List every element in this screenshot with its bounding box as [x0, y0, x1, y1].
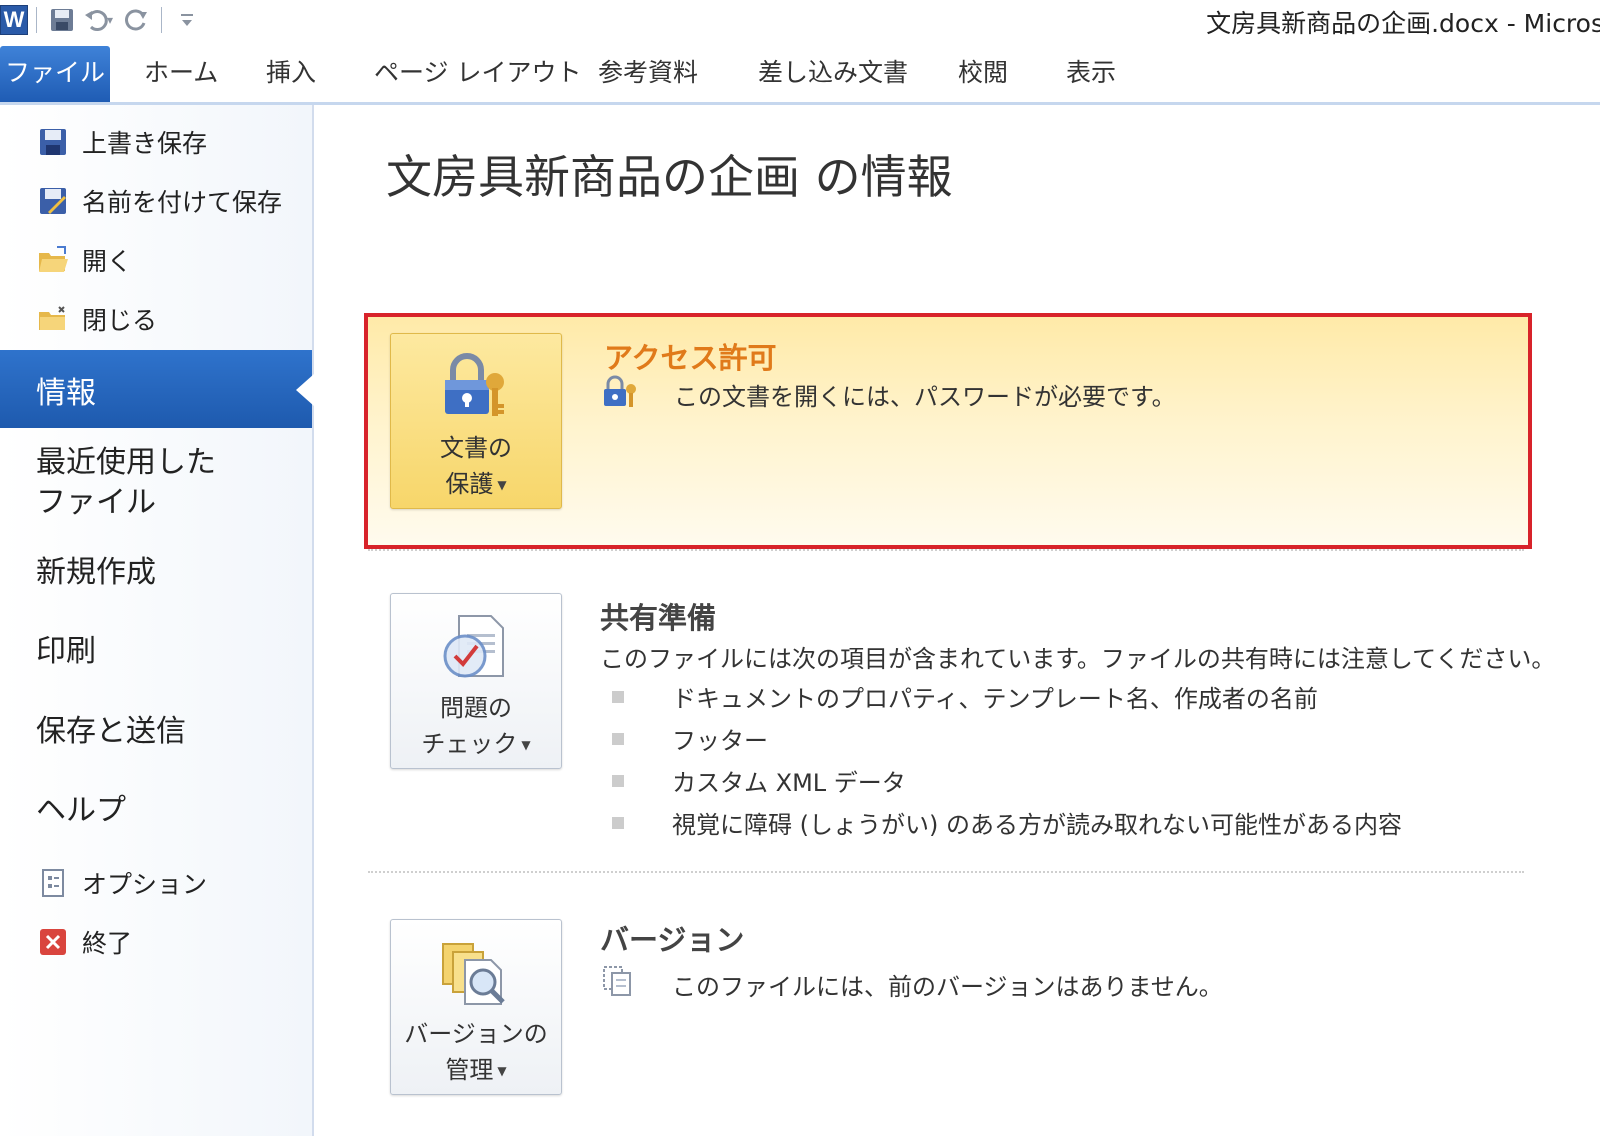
section-divider — [368, 549, 1524, 551]
bullet-icon — [612, 775, 624, 787]
check-for-issues-label-line2: チェック — [421, 730, 518, 758]
bullet-icon — [612, 691, 624, 703]
permissions-heading: アクセス許可 — [604, 341, 777, 375]
save-as-icon — [36, 184, 70, 218]
protect-document-button[interactable]: 文書の 保護 ▼ — [390, 333, 562, 509]
versions-text: このファイルには、前のバージョンはありません。 — [672, 973, 1223, 1001]
lock-small-icon — [602, 375, 638, 409]
versions-small-icon — [602, 965, 634, 997]
undo-dropdown-icon[interactable]: ▾ — [107, 13, 113, 27]
redo-icon[interactable] — [119, 3, 153, 37]
versions-section: バージョンの 管理 ▼ バージョン このファイルには、前のバージョンはありません。 — [364, 917, 1524, 1117]
nav-tab-recent-line1: 最近使用した — [36, 445, 216, 480]
sharing-item: ドキュメントのプロパティ、テンプレート名、作成者の名前 — [672, 685, 1318, 713]
tab-view[interactable]: 表示 — [1066, 46, 1116, 102]
nav-options-label: オプション — [82, 870, 208, 899]
nav-open[interactable]: 開く — [36, 240, 132, 280]
nav-save-as-label: 名前を付けて保存 — [82, 188, 283, 217]
page-title: 文房具新商品の企画 の情報 — [386, 150, 953, 204]
qat-separator — [36, 7, 37, 33]
check-for-issues-label: 問題の チェック ▼ — [391, 690, 561, 763]
open-folder-icon — [36, 243, 70, 277]
nav-tab-new[interactable]: 新規作成 — [36, 553, 156, 593]
nav-exit-label: 終了 — [82, 929, 133, 958]
document-check-icon — [439, 612, 511, 684]
customize-qat-icon[interactable] — [170, 3, 204, 37]
word-logo-icon[interactable]: W — [0, 5, 28, 35]
nav-close[interactable]: 閉じる — [36, 299, 157, 339]
nav-tab-recent[interactable]: 最近使用した ファイル — [36, 443, 216, 523]
sharing-item: 視覚に障碍 (しょうがい) のある方が読み取れない可能性がある内容 — [672, 811, 1402, 839]
save-icon — [36, 125, 70, 159]
dropdown-caret-icon: ▼ — [521, 738, 531, 752]
tab-references[interactable]: 参考資料 — [598, 46, 698, 102]
qat-separator — [161, 7, 163, 33]
dropdown-caret-icon: ▼ — [497, 478, 507, 492]
prepare-sharing-heading: 共有準備 — [600, 601, 717, 635]
nav-save-label: 上書き保存 — [82, 129, 208, 158]
manage-versions-label-line2: 管理 — [445, 1056, 494, 1084]
exit-icon — [36, 925, 70, 959]
sharing-item: カスタム XML データ — [672, 769, 906, 797]
bullet-icon — [612, 733, 624, 745]
check-for-issues-label-line1: 問題の — [440, 694, 512, 722]
save-icon[interactable] — [45, 3, 79, 37]
manage-versions-button[interactable]: バージョンの 管理 ▼ — [390, 919, 562, 1095]
close-folder-icon — [36, 302, 70, 336]
sharing-item: フッター — [672, 727, 768, 755]
tab-mailings[interactable]: 差し込み文書 — [758, 46, 908, 102]
tab-page-layout[interactable]: ページ レイアウト — [374, 46, 581, 102]
nav-close-label: 閉じる — [82, 306, 158, 335]
protect-document-label-line2: 保護 — [445, 470, 494, 498]
nav-tab-help[interactable]: ヘルプ — [36, 791, 126, 831]
nav-tab-info-label: 情報 — [36, 376, 96, 411]
nav-tab-info[interactable]: 情報 — [0, 350, 314, 428]
tab-insert[interactable]: 挿入 — [266, 46, 316, 102]
info-panel: 文房具新商品の企画 の情報 文書の 保護 ▼ アクセス許可 この文書を開くには、… — [314, 105, 1600, 1136]
permissions-text: この文書を開くには、パスワードが必要です。 — [674, 383, 1176, 411]
nav-tab-save-send[interactable]: 保存と送信 — [36, 712, 186, 752]
manage-versions-label: バージョンの 管理 ▼ — [391, 1016, 561, 1089]
tab-review[interactable]: 校閲 — [958, 46, 1008, 102]
protect-document-label: 文書の 保護 ▼ — [391, 430, 561, 503]
window-title: 文房具新商品の企画.docx - Micros — [1206, 9, 1600, 38]
nav-exit[interactable]: 終了 — [36, 922, 132, 962]
versions-magnifier-icon — [439, 938, 511, 1010]
dropdown-caret-icon: ▼ — [497, 1064, 507, 1078]
section-divider — [368, 871, 1524, 873]
prepare-sharing-text: このファイルには次の項目が含まれています。ファイルの共有時には注意してください。 — [600, 645, 1556, 673]
nav-options[interactable]: オプション — [36, 863, 207, 903]
permissions-section: 文書の 保護 ▼ アクセス許可 この文書を開くには、パスワードが必要です。 — [364, 313, 1532, 549]
quick-access-toolbar: W ▾ — [0, 2, 204, 38]
nav-save[interactable]: 上書き保存 — [36, 122, 207, 162]
ribbon-tabs: ファイル ホーム 挿入 ページ レイアウト 参考資料 差し込み文書 校閲 表示 — [0, 46, 1600, 105]
manage-versions-label-line1: バージョンの — [404, 1020, 548, 1048]
title-bar: W ▾ 文房具新商品の企画.docx - Micros — [0, 0, 1600, 40]
backstage-nav: 上書き保存 名前を付けて保存 開く 閉じる 情報 最近使用した ファイル 新規作… — [0, 105, 314, 1136]
nav-open-label: 開く — [82, 247, 133, 276]
nav-save-as[interactable]: 名前を付けて保存 — [36, 181, 282, 221]
nav-tab-recent-line2: ファイル — [36, 485, 156, 520]
tab-home[interactable]: ホーム — [144, 46, 218, 102]
selected-indicator — [296, 374, 314, 406]
prepare-sharing-section: 問題の チェック ▼ 共有準備 このファイルには次の項目が含まれています。ファイル… — [364, 591, 1555, 891]
bullet-icon — [612, 817, 624, 829]
protect-document-label-line1: 文書の — [440, 434, 512, 462]
check-for-issues-button[interactable]: 問題の チェック ▼ — [390, 593, 562, 769]
versions-heading: バージョン — [600, 923, 745, 957]
nav-tab-print[interactable]: 印刷 — [36, 632, 96, 672]
options-icon — [36, 866, 70, 900]
lock-key-icon — [439, 352, 511, 424]
tab-file[interactable]: ファイル — [0, 46, 110, 102]
